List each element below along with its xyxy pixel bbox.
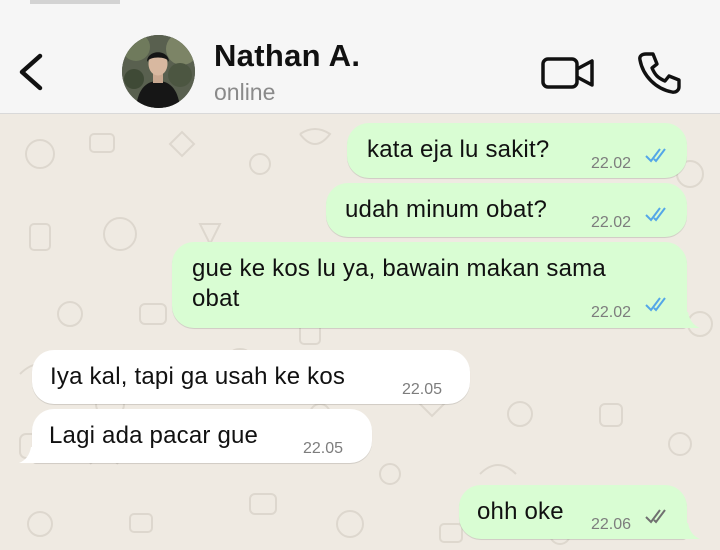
contact-name[interactable]: Nathan A. — [214, 38, 360, 74]
read-double-check-icon — [645, 207, 666, 222]
message-text-line2: obat — [192, 285, 240, 312]
message-time: 22.02 — [591, 304, 632, 321]
contact-status: online — [214, 79, 276, 105]
chat-header: Nathan A. online — [0, 0, 720, 114]
read-double-check-icon — [645, 297, 666, 312]
message-bubble-outgoing[interactable]: ohh oke 22.06 — [459, 485, 687, 539]
message-bubble-incoming[interactable]: Iya kal, tapi ga usah ke kos 22.05 — [32, 350, 470, 404]
message-text: Iya kal, tapi ga usah ke kos — [50, 363, 346, 390]
bubble-tail — [19, 447, 37, 463]
message-time: 22.05 — [303, 440, 344, 457]
message-time: 22.02 — [591, 214, 632, 231]
message-time: 22.02 — [591, 155, 632, 172]
contact-avatar[interactable] — [122, 35, 195, 108]
bubble-tail — [682, 523, 700, 539]
delivered-double-check-icon — [645, 509, 666, 524]
phone-icon[interactable] — [636, 50, 682, 96]
read-double-check-icon — [645, 148, 666, 163]
message-text: Lagi ada pacar gue — [49, 422, 259, 449]
avatar-photo — [122, 35, 195, 108]
message-bubble-outgoing[interactable]: udah minum obat? 22.02 — [326, 183, 687, 237]
message-time: 22.05 — [402, 381, 443, 398]
message-text: kata eja lu sakit? — [367, 136, 550, 163]
message-time: 22.06 — [591, 516, 632, 533]
status-bar-remnant — [30, 0, 120, 4]
message-bubble-outgoing[interactable]: gue ke kos lu ya, bawain makan sama obat… — [172, 242, 687, 328]
message-text-line1: gue ke kos lu ya, bawain makan sama — [192, 255, 606, 282]
bubble-tail — [682, 312, 700, 328]
message-bubble-incoming[interactable]: Lagi ada pacar gue 22.05 — [32, 409, 372, 463]
video-camera-icon[interactable] — [540, 54, 596, 92]
back-chevron-icon[interactable] — [14, 50, 48, 94]
message-bubble-outgoing[interactable]: kata eja lu sakit? 22.02 — [347, 123, 687, 178]
message-text: udah minum obat? — [345, 196, 547, 223]
message-text: ohh oke — [477, 498, 564, 525]
message-list[interactable]: kata eja lu sakit? 22.02 udah minum obat… — [0, 114, 720, 550]
